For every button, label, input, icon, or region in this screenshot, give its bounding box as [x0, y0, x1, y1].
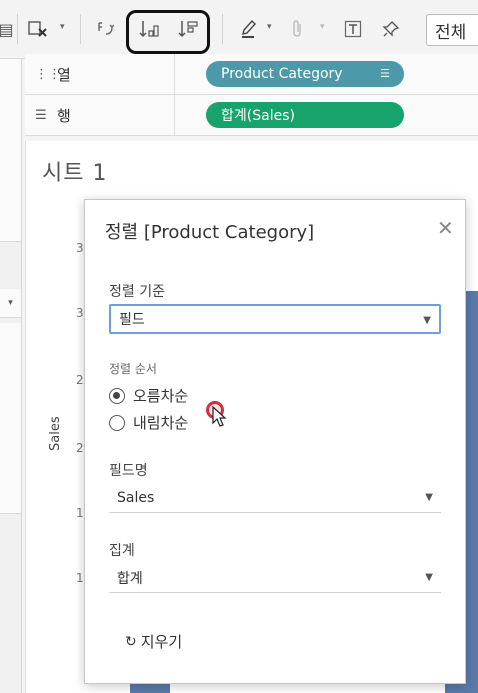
y-axis-tick: 2	[76, 373, 84, 387]
descending-label: 내림차순	[133, 414, 189, 432]
attach-icon[interactable]	[287, 16, 307, 42]
columns-icon: ⋮⋮	[35, 66, 61, 82]
pill-label: Product Category	[221, 66, 343, 82]
rows-icon: ☰	[35, 107, 47, 123]
sheet-title: 시트 1	[42, 161, 108, 186]
sum-sales-pill[interactable]: 합계(Sales)	[206, 102, 404, 128]
aggregation-select[interactable]: 합계 ▼	[109, 563, 441, 593]
ascending-radio-row[interactable]: 오름차순	[109, 385, 188, 406]
field-name-value: Sales	[117, 489, 155, 506]
left-panel-dropdown[interactable]: ▾	[0, 289, 21, 318]
swap-icon[interactable]	[94, 16, 116, 42]
ascending-label: 오름차순	[133, 387, 189, 405]
y-axis-tick: 2	[76, 441, 84, 455]
y-axis-tick: 1	[76, 571, 84, 585]
sort-by-value: 필드	[119, 312, 145, 328]
columns-label-text: 열	[57, 65, 71, 84]
hand-drawn-highlight	[126, 10, 210, 54]
descending-radio[interactable]	[109, 414, 125, 431]
left-panel-card	[0, 323, 21, 514]
sort-order-label: 정렬 순서	[109, 362, 157, 376]
toolbar: ▤ ▾ ▾ ▾ 전체	[0, 0, 478, 59]
view-size-label: 전체	[435, 22, 467, 43]
left-panel-section	[0, 59, 21, 142]
field-name-label: 필드명	[109, 463, 148, 479]
clear-label: 지우기	[140, 633, 183, 651]
y-axis-label: Sales	[48, 416, 63, 451]
chevron-down-icon[interactable]: ▾	[267, 22, 272, 32]
clear-button[interactable]: ↻ 지우기	[125, 631, 182, 652]
view-size-dropdown[interactable]: 전체	[426, 14, 478, 46]
clear-sheet-icon[interactable]	[26, 16, 50, 42]
columns-shelf[interactable]: ⋮⋮ 열 Product Category ☰	[25, 54, 478, 95]
chevron-down-icon: ▼	[423, 315, 431, 326]
aggregation-label: 집계	[109, 543, 135, 559]
rows-label-text: 행	[57, 106, 71, 125]
descending-radio-row[interactable]: 내림차순	[109, 412, 188, 433]
toolbar-separator	[80, 14, 81, 44]
mouse-pointer-icon	[212, 406, 227, 427]
pin-icon[interactable]	[380, 16, 402, 42]
columns-shelf-label: ⋮⋮ 열	[25, 54, 175, 94]
left-side-panel: ▾	[0, 59, 22, 693]
aggregation-value: 합계	[117, 570, 143, 587]
y-axis-tick: 3	[76, 241, 84, 255]
text-label-icon[interactable]	[342, 16, 364, 42]
ascending-radio[interactable]	[109, 387, 125, 404]
close-icon[interactable]: ✕	[437, 216, 454, 240]
field-name-select[interactable]: Sales ▼	[109, 483, 441, 513]
y-axis-tick: 3	[76, 306, 84, 320]
sort-by-select[interactable]: 필드 ▼	[109, 304, 441, 334]
chevron-down-icon: ▼	[425, 492, 433, 503]
duplicate-sheet-icon[interactable]: ▤	[0, 16, 14, 42]
reset-icon: ↻	[125, 633, 137, 650]
chevron-down-icon: ▼	[425, 572, 433, 583]
highlight-icon[interactable]	[238, 16, 260, 42]
sort-dialog: 정렬 [Product Category] ✕ 정렬 기준 필드 ▼ 정렬 순서…	[84, 199, 466, 684]
sort-by-label: 정렬 기준	[109, 284, 165, 300]
rows-shelf[interactable]: ☰ 행 합계(Sales)	[25, 95, 478, 136]
product-category-pill[interactable]: Product Category ☰	[206, 61, 404, 87]
sort-indicator-icon: ☰	[380, 67, 390, 80]
y-axis-tick: 1	[76, 506, 84, 520]
left-panel-section	[0, 141, 21, 242]
toolbar-separator	[222, 14, 223, 44]
rows-shelf-label: ☰ 행	[25, 95, 175, 135]
toolbar-separator	[17, 14, 18, 44]
pill-label: 합계(Sales)	[221, 108, 295, 124]
dialog-title: 정렬 [Product Category]	[105, 222, 315, 243]
chevron-down-icon[interactable]: ▾	[60, 22, 65, 32]
chevron-down-icon: ▾	[320, 22, 325, 32]
